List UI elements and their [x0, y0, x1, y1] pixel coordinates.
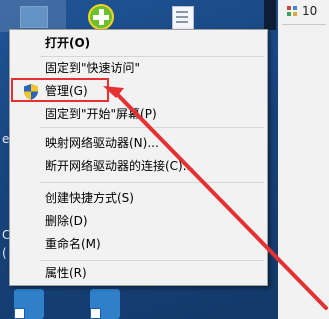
menu-item-label: 打开(O) [45, 36, 91, 50]
menu-item-delete[interactable]: 删除(D) [11, 211, 266, 232]
context-menu: 打开(O) 固定到"快速访问" 管理(G) 固定到"开始"屏幕(P) 映射网络驱… [9, 29, 268, 286]
edge-char: ( [2, 246, 7, 260]
menu-item-disconnect-drive[interactable]: 断开网络驱动器的连接(C)... [11, 156, 266, 177]
menu-item-properties[interactable]: 属性(R) [11, 263, 266, 284]
menu-item-open[interactable]: 打开(O) [11, 33, 266, 54]
menu-item-create-shortcut[interactable]: 创建快捷方式(S) [11, 188, 266, 209]
menu-item-label: 删除(D) [45, 214, 88, 228]
green-plus-icon[interactable] [88, 4, 114, 30]
document-icon[interactable] [172, 6, 194, 30]
menu-item-label: 固定到"快速访问" [45, 61, 141, 75]
menu-item-label: 重命名(M) [45, 237, 101, 251]
monitor-screen [20, 6, 48, 28]
highlight-box [11, 78, 109, 102]
menu-item-label: 固定到"开始"屏幕(P) [45, 107, 157, 121]
menu-item-pin-start[interactable]: 固定到"开始"屏幕(P) [11, 104, 266, 125]
menu-item-pin-quick-access[interactable]: 固定到"快速访问" [11, 58, 266, 79]
right-window-panel: 10 [278, 0, 329, 319]
divider [282, 24, 326, 25]
right-panel-text: 10 [302, 4, 318, 18]
computer-icon[interactable] [0, 0, 66, 32]
menu-item-label: 创建快捷方式(S) [45, 191, 134, 205]
dark-window-edge [264, 0, 276, 30]
menu-item-label: 属性(R) [45, 266, 87, 280]
menu-item-label: 断开网络驱动器的连接(C)... [45, 159, 195, 173]
shortcut-icon[interactable] [14, 289, 44, 319]
app-grid-icon [287, 6, 298, 17]
menu-item-map-drive[interactable]: 映射网络驱动器(N)... [11, 133, 266, 154]
menu-separator [40, 182, 264, 183]
menu-item-rename[interactable]: 重命名(M) [11, 234, 266, 255]
menu-separator [40, 260, 264, 261]
menu-separator [40, 127, 264, 128]
menu-item-label: 映射网络驱动器(N)... [45, 136, 159, 150]
shortcut-icon[interactable] [90, 289, 120, 319]
menu-separator [40, 56, 264, 57]
